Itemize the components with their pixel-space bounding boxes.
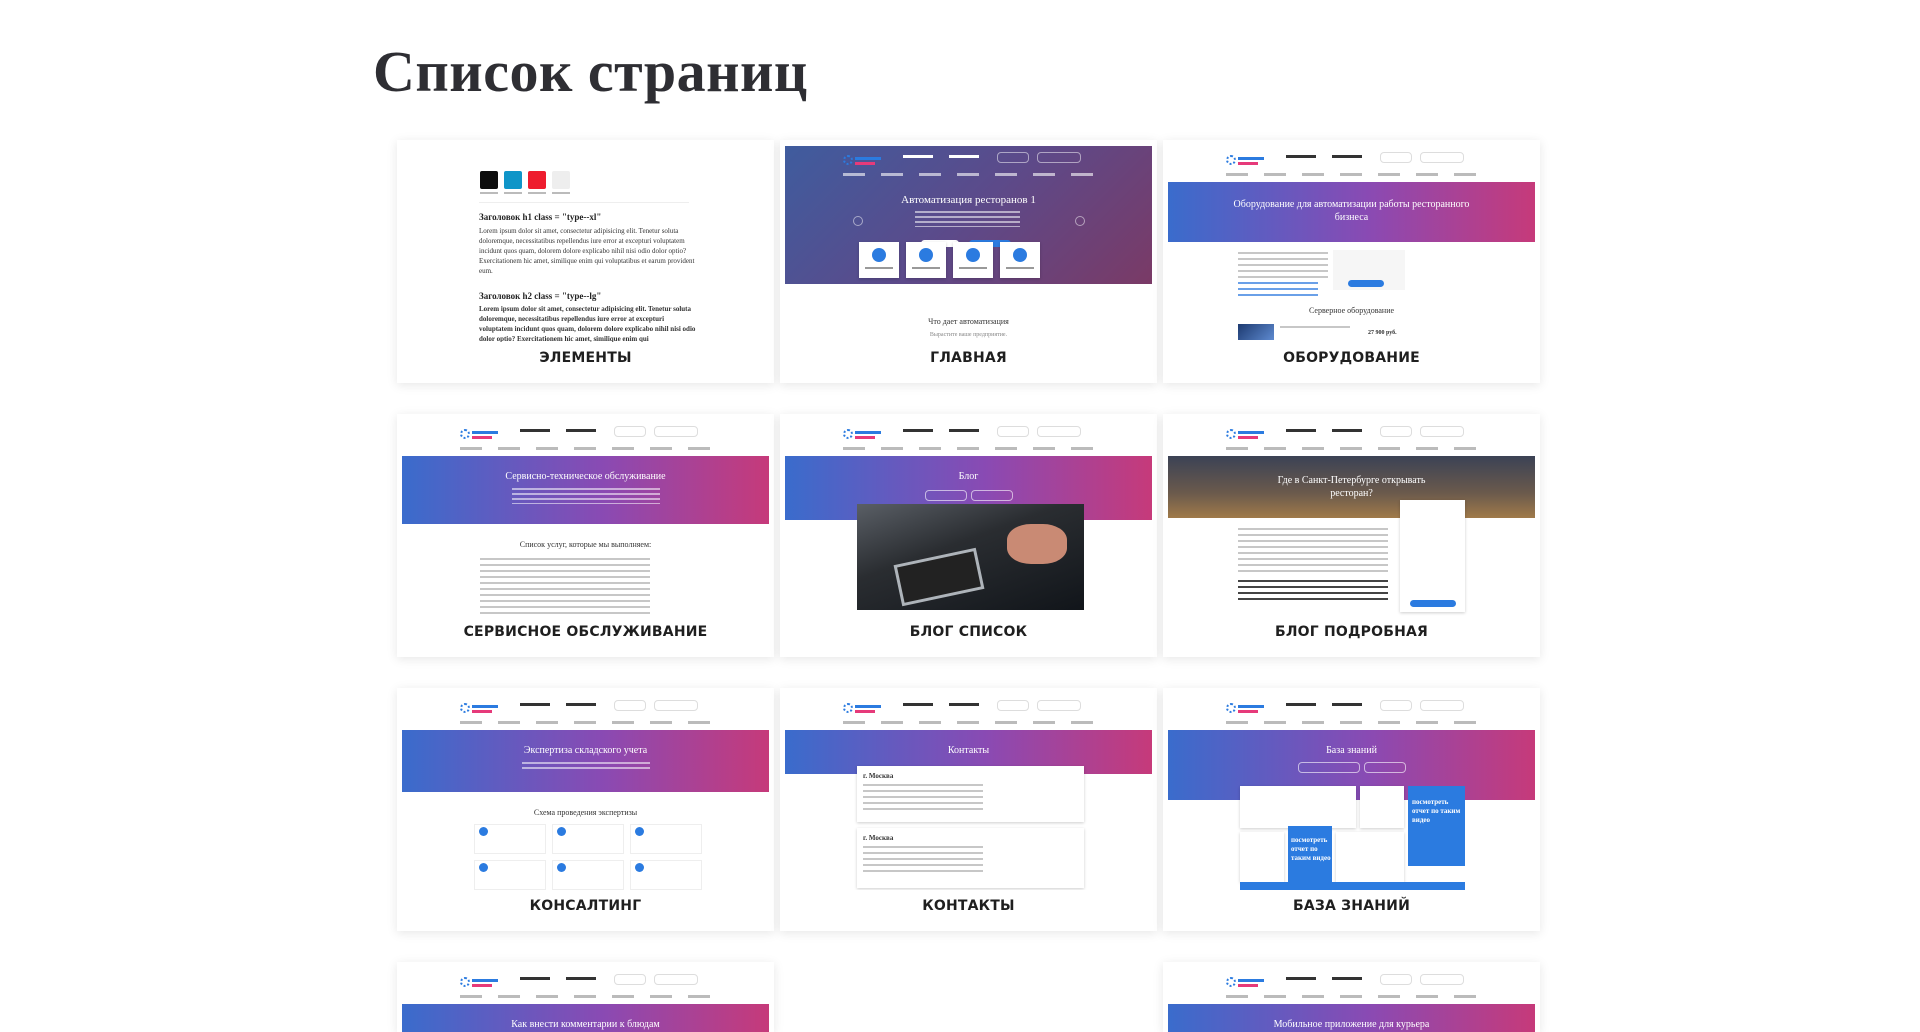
promo-text: посмотреть отчет по таким видео bbox=[1412, 798, 1461, 824]
card-label: БАЗА ЗНАНИЙ bbox=[1292, 898, 1410, 914]
color-swatch bbox=[552, 171, 570, 189]
page-card-home[interactable]: Автоматизация ресторанов 1 Что дает авто… bbox=[780, 140, 1157, 383]
page-preview: Где в Санкт-Петербурге открывать рестора… bbox=[1168, 420, 1535, 616]
page-preview: Оборудование для автоматизации работы ре… bbox=[1168, 146, 1535, 342]
hero-title: Где в Санкт-Петербурге открывать рестора… bbox=[1277, 475, 1426, 499]
page-preview: Экспертиза складского учета Схема провед… bbox=[402, 694, 769, 890]
card-label: ЭЛЕМЕНТЫ bbox=[539, 350, 632, 366]
page-card-blog-list[interactable]: Блог БЛОГ СПИСОК bbox=[780, 414, 1157, 657]
sample-heading-h1: Заголовок h1 class = "type--xl" bbox=[479, 212, 602, 222]
hero-title: Автоматизация ресторанов 1 bbox=[901, 194, 1036, 206]
blog-image bbox=[857, 504, 1084, 610]
color-swatch bbox=[480, 171, 498, 189]
hero-title: Блог bbox=[958, 471, 979, 482]
section-title: Серверное оборудование bbox=[1308, 306, 1395, 315]
page-card-elements[interactable]: Заголовок h1 class = "type--xl" Lorem ip… bbox=[397, 140, 774, 383]
color-swatch bbox=[528, 171, 546, 189]
sample-heading-h2: Заголовок h2 class = "type--lg" bbox=[479, 291, 602, 301]
card-label: СЕРВИСНОЕ ОБСЛУЖИВАНИЕ bbox=[463, 624, 708, 640]
hero-title: База знаний bbox=[1326, 745, 1377, 756]
page-card-knowledge-base[interactable]: База знаний посмотреть отчет по таким ви… bbox=[1163, 688, 1540, 931]
sample-paragraph: Lorem ipsum dolor sit amet, consectetur … bbox=[479, 227, 695, 275]
page-card-equipment[interactable]: Оборудование для автоматизации работы ре… bbox=[1163, 140, 1540, 383]
card-label: ОБОРУДОВАНИЕ bbox=[1283, 350, 1420, 366]
card-label: КОНТАКТЫ bbox=[922, 898, 1015, 914]
page-card-blog-detail[interactable]: Где в Санкт-Петербурге открывать рестора… bbox=[1163, 414, 1540, 657]
sample-paragraph-bold: Lorem ipsum dolor sit amet, consectetur … bbox=[479, 305, 696, 342]
contact-city: г. Москва bbox=[863, 772, 894, 780]
hero-title: Как внести комментарии к блюдам bbox=[511, 1019, 660, 1030]
page-preview: Как внести комментарии к блюдам bbox=[402, 968, 769, 1032]
page-card-consulting[interactable]: Экспертиза складского учета Схема провед… bbox=[397, 688, 774, 931]
section-title: Схема проведения экспертизы bbox=[533, 808, 638, 817]
card-label: ГЛАВНАЯ bbox=[930, 350, 1007, 366]
card-label: БЛОГ ПОДРОБНАЯ bbox=[1274, 624, 1429, 640]
contact-city: г. Москва bbox=[863, 834, 894, 842]
hero-title: Контакты bbox=[947, 745, 990, 756]
page-card-service[interactable]: Сервисно-техническое обслуживание Список… bbox=[397, 414, 774, 657]
page-preview: Заголовок h1 class = "type--xl" Lorem ip… bbox=[402, 146, 769, 342]
hero-title: Мобильное приложение для курьера bbox=[1273, 1019, 1430, 1030]
page-preview: Контакты г. Москва г. Москва bbox=[785, 694, 1152, 890]
page-preview: Мобильное приложение для курьера bbox=[1168, 968, 1535, 1032]
promo-text: посмотреть отчет по таким видео bbox=[1291, 836, 1331, 862]
page-preview: Автоматизация ресторанов 1 Что дает авто… bbox=[785, 146, 1152, 342]
page-preview: Сервисно-техническое обслуживание Список… bbox=[402, 420, 769, 616]
page-preview: База знаний посмотреть отчет по таким ви… bbox=[1168, 694, 1535, 890]
color-swatch bbox=[504, 171, 522, 189]
hero-title: Оборудование для автоматизации работы ре… bbox=[1233, 199, 1470, 223]
price: 27 900 руб. bbox=[1368, 330, 1397, 336]
page-card-comments[interactable]: Как внести комментарии к блюдам bbox=[397, 962, 774, 1032]
card-label: БЛОГ СПИСОК bbox=[909, 624, 1028, 640]
card-label: КОНСАЛТИНГ bbox=[529, 898, 642, 914]
page-card-courier-app[interactable]: Мобильное приложение для курьера bbox=[1163, 962, 1540, 1032]
section-title: Что дает автоматизация bbox=[928, 317, 1009, 326]
page-card-contacts[interactable]: Контакты г. Москва г. Москва КОНТАКТЫ bbox=[780, 688, 1157, 931]
page-preview: Блог bbox=[785, 420, 1152, 616]
section-subtitle: Вырастите ваше предприятие. bbox=[929, 332, 1008, 338]
section-title: Список услуг, которые мы выполняем: bbox=[519, 540, 652, 549]
hero-title: Сервисно-техническое обслуживание bbox=[505, 471, 666, 482]
page-title: Список страниц bbox=[373, 39, 808, 104]
hero-title: Экспертиза складского учета bbox=[523, 745, 648, 756]
